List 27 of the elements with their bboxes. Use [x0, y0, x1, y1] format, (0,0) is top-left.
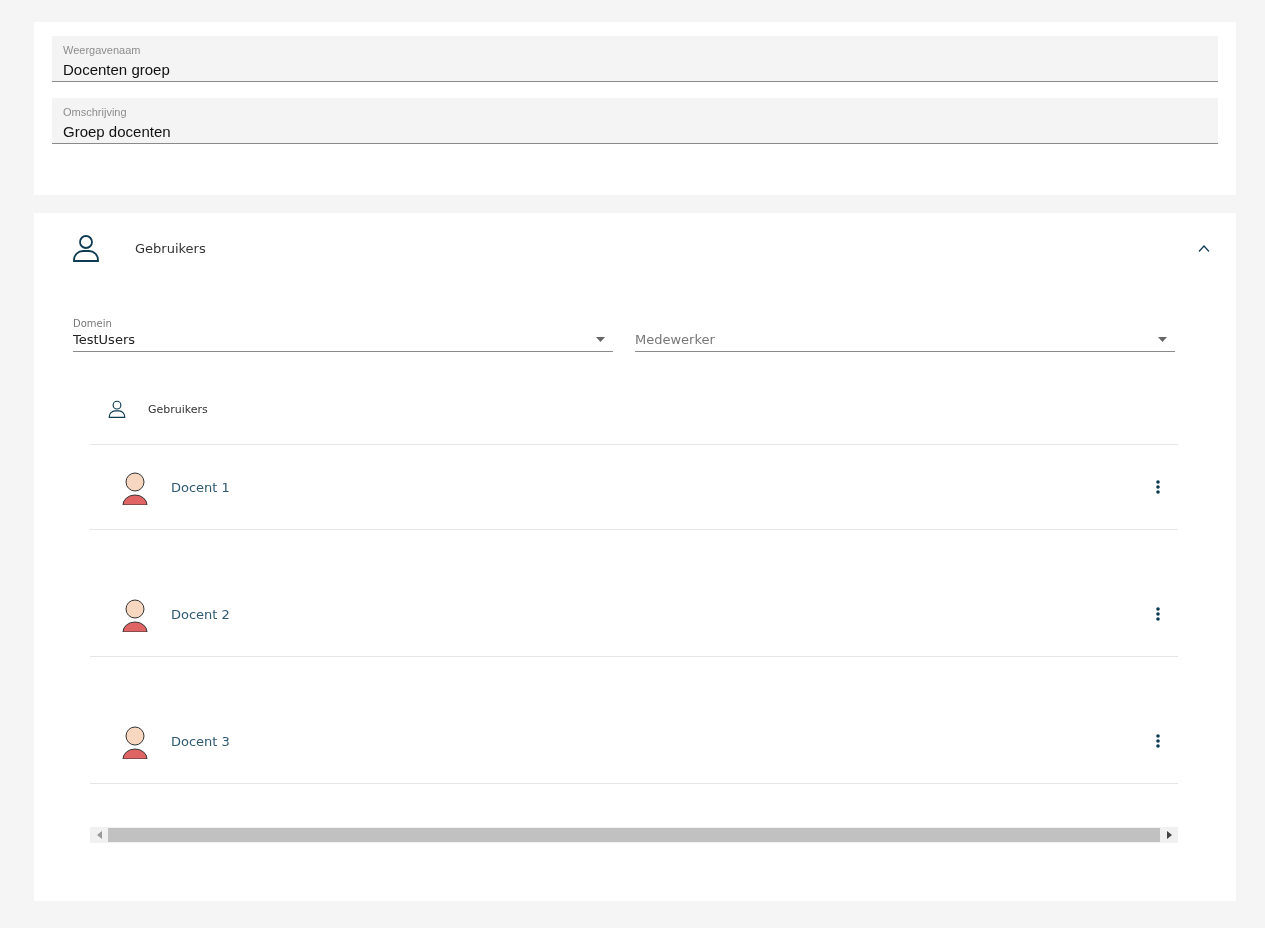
dropdown-field[interactable]: Medewerker	[635, 311, 1175, 352]
person-icon	[72, 234, 100, 262]
user-name: Docent 1	[171, 479, 231, 495]
text-field[interactable]: Weergavenaam Docenten groep	[52, 36, 1218, 82]
avatar-icon	[121, 469, 149, 505]
horizontal-scrollbar[interactable]	[90, 827, 1178, 843]
more-vertical-icon	[1156, 734, 1160, 748]
field-input[interactable]: Groep docenten	[63, 121, 1207, 141]
dropdown-field[interactable]: Domein TestUsers	[73, 311, 613, 352]
more-vertical-icon	[1156, 480, 1160, 494]
user-name: Docent 2	[171, 606, 231, 622]
more-vertical-icon	[1156, 607, 1160, 621]
panel-title: Gebruikers	[135, 240, 207, 256]
field-label: Omschrijving	[63, 106, 128, 118]
chevron-up-icon	[1198, 244, 1210, 252]
text-field[interactable]: Omschrijving Groep docenten	[52, 98, 1218, 144]
person-icon	[108, 400, 126, 418]
avatar-icon	[121, 723, 149, 759]
scroll-right-icon[interactable]	[1166, 831, 1172, 839]
user-name: Docent 3	[171, 733, 231, 749]
dropdown-caret-icon	[1158, 337, 1167, 342]
field-label: Weergavenaam	[63, 44, 142, 56]
field-input[interactable]: Docenten groep	[63, 59, 1207, 79]
dropdown-caret-icon	[596, 337, 605, 342]
list-header: Gebruikers	[148, 402, 208, 416]
scrollbar-thumb[interactable]	[108, 828, 1160, 842]
avatar-icon	[121, 596, 149, 632]
